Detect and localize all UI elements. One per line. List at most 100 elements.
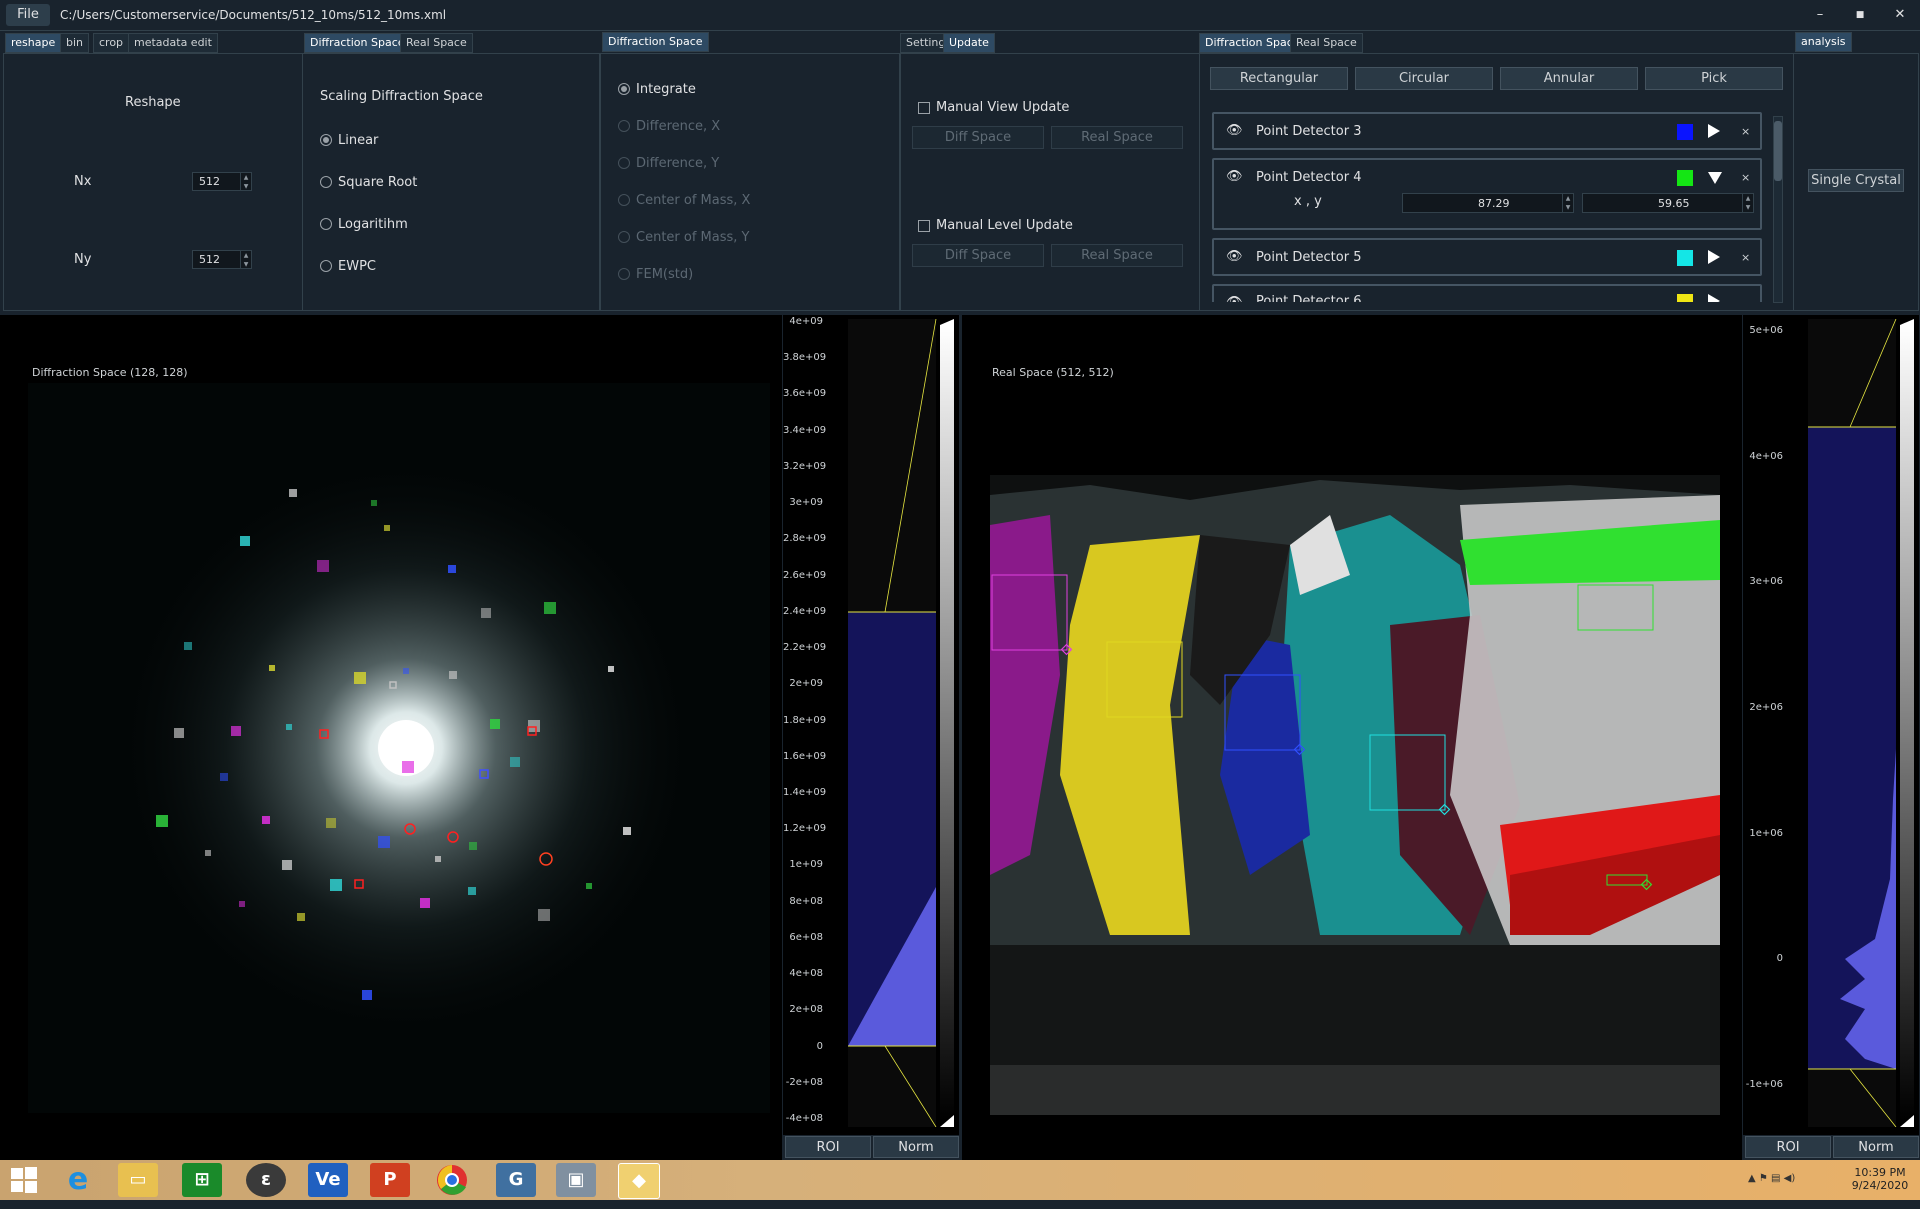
diffraction-norm-button[interactable]: Norm: [873, 1136, 959, 1158]
maximize-button[interactable]: ■: [1845, 4, 1875, 26]
tray-icons[interactable]: ▲ ⚑ ▤ ◀): [1748, 1173, 1795, 1184]
single-crystal-button[interactable]: Single Crystal: [1808, 169, 1904, 192]
diffraction-histogram[interactable]: 4e+09 3.8e+09 3.6e+09 3.4e+09 3.2e+09 3e+09 2.…: [783, 315, 959, 1135]
level-real-space-button[interactable]: Real Space: [1051, 244, 1183, 267]
diffraction-histogram-tick-label: 4e+08: [789, 968, 823, 980]
manual-view-label: Manual View Update: [936, 100, 1070, 115]
radio-integrate[interactable]: [618, 83, 630, 95]
file-explorer-icon[interactable]: ▭: [118, 1163, 158, 1197]
diffraction-roi-button[interactable]: ROI: [785, 1136, 871, 1158]
remove-detector-icon[interactable]: ×: [1741, 125, 1750, 138]
tab-crop[interactable]: crop: [93, 33, 130, 53]
expand-arrow-icon[interactable]: [1708, 250, 1720, 264]
eye-icon[interactable]: 👁: [1226, 296, 1243, 302]
nx-spinbox[interactable]: 512 ▲ ▼: [192, 172, 252, 191]
level-diff-space-button[interactable]: Diff Space: [912, 244, 1044, 267]
internet-explorer-icon[interactable]: e: [58, 1163, 98, 1197]
detector-item-6[interactable]: 👁 Point Detector 6: [1212, 284, 1762, 302]
radio-ewpc[interactable]: [320, 260, 332, 272]
detector-x-spinbox[interactable]: 87.29 ▲ ▼: [1402, 193, 1574, 213]
start-icon[interactable]: [4, 1163, 44, 1197]
detector-y-spinbox[interactable]: 59.65 ▲ ▼: [1582, 193, 1754, 213]
detector-color-swatch[interactable]: [1677, 250, 1693, 266]
update-panel: [900, 53, 1200, 311]
radio-linear[interactable]: [320, 134, 332, 146]
diffraction-histogram-tick-label: -2e+08: [785, 1076, 823, 1088]
detector-color-swatch[interactable]: [1677, 124, 1693, 140]
spin-arrows-icon[interactable]: ▲ ▼: [1742, 194, 1753, 212]
diffraction-histogram-tick-label: 1.8e+09: [783, 714, 827, 726]
tab-metadata-edit[interactable]: metadata edit: [128, 33, 218, 53]
gatan-icon[interactable]: G: [496, 1163, 536, 1197]
circular-button[interactable]: Circular: [1355, 67, 1493, 90]
manual-level-checkbox[interactable]: [918, 220, 930, 232]
diffraction-histogram-axis: 4e+09 3.8e+09 3.6e+09 3.4e+09 3.2e+09 3e+09 2.…: [783, 315, 843, 1135]
detector-color-swatch[interactable]: [1677, 170, 1693, 186]
real-space-histogram[interactable]: 5e+06 4e+06 3e+06 2e+06 1e+06 0 -1e+06: [1743, 315, 1919, 1135]
tab-analysis[interactable]: analysis: [1795, 32, 1852, 52]
spin-arrows-icon[interactable]: ▲ ▼: [240, 251, 251, 268]
remove-detector-icon[interactable]: ×: [1741, 251, 1750, 264]
tab-diffraction-space[interactable]: Diffraction Space: [304, 33, 411, 53]
ny-label: Ny: [74, 252, 92, 267]
diffraction-pattern-image[interactable]: [28, 383, 770, 1113]
tab-diffraction-space-mode[interactable]: Diffraction Space: [602, 32, 709, 52]
real-space-view-label: Real Space (512, 512): [992, 366, 1114, 379]
minimize-button[interactable]: –: [1805, 4, 1835, 26]
real-space-roi-button[interactable]: ROI: [1745, 1136, 1831, 1158]
close-button[interactable]: ✕: [1885, 4, 1915, 26]
file-path: C:/Users/Customerservice/Documents/512_1…: [60, 8, 447, 22]
annular-button[interactable]: Annular: [1500, 67, 1638, 90]
pick-button[interactable]: Pick: [1645, 67, 1783, 90]
python-app-icon[interactable]: ◆: [618, 1163, 660, 1199]
expand-arrow-icon[interactable]: [1708, 294, 1720, 302]
diffraction-histogram-tick-label: 3.8e+09: [783, 352, 827, 364]
real-space-image[interactable]: [990, 475, 1720, 1115]
diffraction-histogram-tick-label: 3.2e+09: [783, 460, 827, 472]
detector-list: 👁 Point Detector 3 × 👁 Point Detector 4 …: [1212, 112, 1762, 302]
powerpoint-icon[interactable]: P: [370, 1163, 410, 1197]
expand-arrow-icon[interactable]: [1708, 124, 1720, 138]
view-real-space-button[interactable]: Real Space: [1051, 126, 1183, 149]
file-menu[interactable]: File: [6, 4, 50, 26]
tab-detector-real-space[interactable]: Real Space: [1290, 33, 1363, 53]
radio-difference-x[interactable]: [618, 120, 630, 132]
view-diff-space-button[interactable]: Diff Space: [912, 126, 1044, 149]
radio-com-y[interactable]: [618, 231, 630, 243]
remove-detector-icon[interactable]: ×: [1741, 171, 1750, 184]
diffraction-histogram-tick-label: 2.2e+09: [783, 642, 827, 654]
clock[interactable]: 10:39 PM 9/24/2020: [1850, 1166, 1910, 1192]
radio-difference-y[interactable]: [618, 157, 630, 169]
manual-view-checkbox[interactable]: [918, 102, 930, 114]
rectangular-button[interactable]: Rectangular: [1210, 67, 1348, 90]
tab-reshape[interactable]: reshape: [5, 33, 62, 53]
detector-item-4[interactable]: 👁 Point Detector 4 × x , y 87.29 ▲ ▼ 59.6…: [1212, 158, 1762, 230]
detector-color-swatch[interactable]: [1677, 294, 1693, 302]
spin-arrows-icon[interactable]: ▲ ▼: [1562, 194, 1573, 212]
ny-spinbox[interactable]: 512 ▲ ▼: [192, 250, 252, 269]
spin-arrows-icon[interactable]: ▲ ▼: [240, 173, 251, 190]
chrome-icon[interactable]: [432, 1163, 472, 1197]
radio-fem-std[interactable]: [618, 268, 630, 280]
eye-icon[interactable]: 👁: [1226, 124, 1243, 137]
tab-update[interactable]: Update: [943, 33, 995, 53]
detector-list-scrollbar[interactable]: [1773, 116, 1783, 303]
epsilon-app-icon[interactable]: ε: [246, 1163, 286, 1197]
eye-icon[interactable]: 👁: [1226, 170, 1243, 183]
detector-item-5[interactable]: 👁 Point Detector 5 ×: [1212, 238, 1762, 276]
store-icon[interactable]: ⊞: [182, 1163, 222, 1197]
eye-icon[interactable]: 👁: [1226, 250, 1243, 263]
collapse-arrow-icon[interactable]: [1708, 172, 1722, 184]
diffraction-histogram-tick-label: 3e+09: [789, 497, 823, 509]
ve-app-icon[interactable]: Ve: [308, 1163, 348, 1197]
detector-item-3[interactable]: 👁 Point Detector 3 ×: [1212, 112, 1762, 150]
tab-real-space[interactable]: Real Space: [400, 33, 473, 53]
photos-icon[interactable]: ▣: [556, 1163, 596, 1197]
radio-com-y-label: Center of Mass, Y: [636, 230, 750, 245]
diffraction-histogram-tick-label: 6e+08: [789, 931, 823, 943]
radio-com-x[interactable]: [618, 194, 630, 206]
radio-square-root[interactable]: [320, 176, 332, 188]
real-space-norm-button[interactable]: Norm: [1833, 1136, 1919, 1158]
tab-bin[interactable]: bin: [60, 33, 90, 53]
radio-logarithm[interactable]: [320, 218, 332, 230]
